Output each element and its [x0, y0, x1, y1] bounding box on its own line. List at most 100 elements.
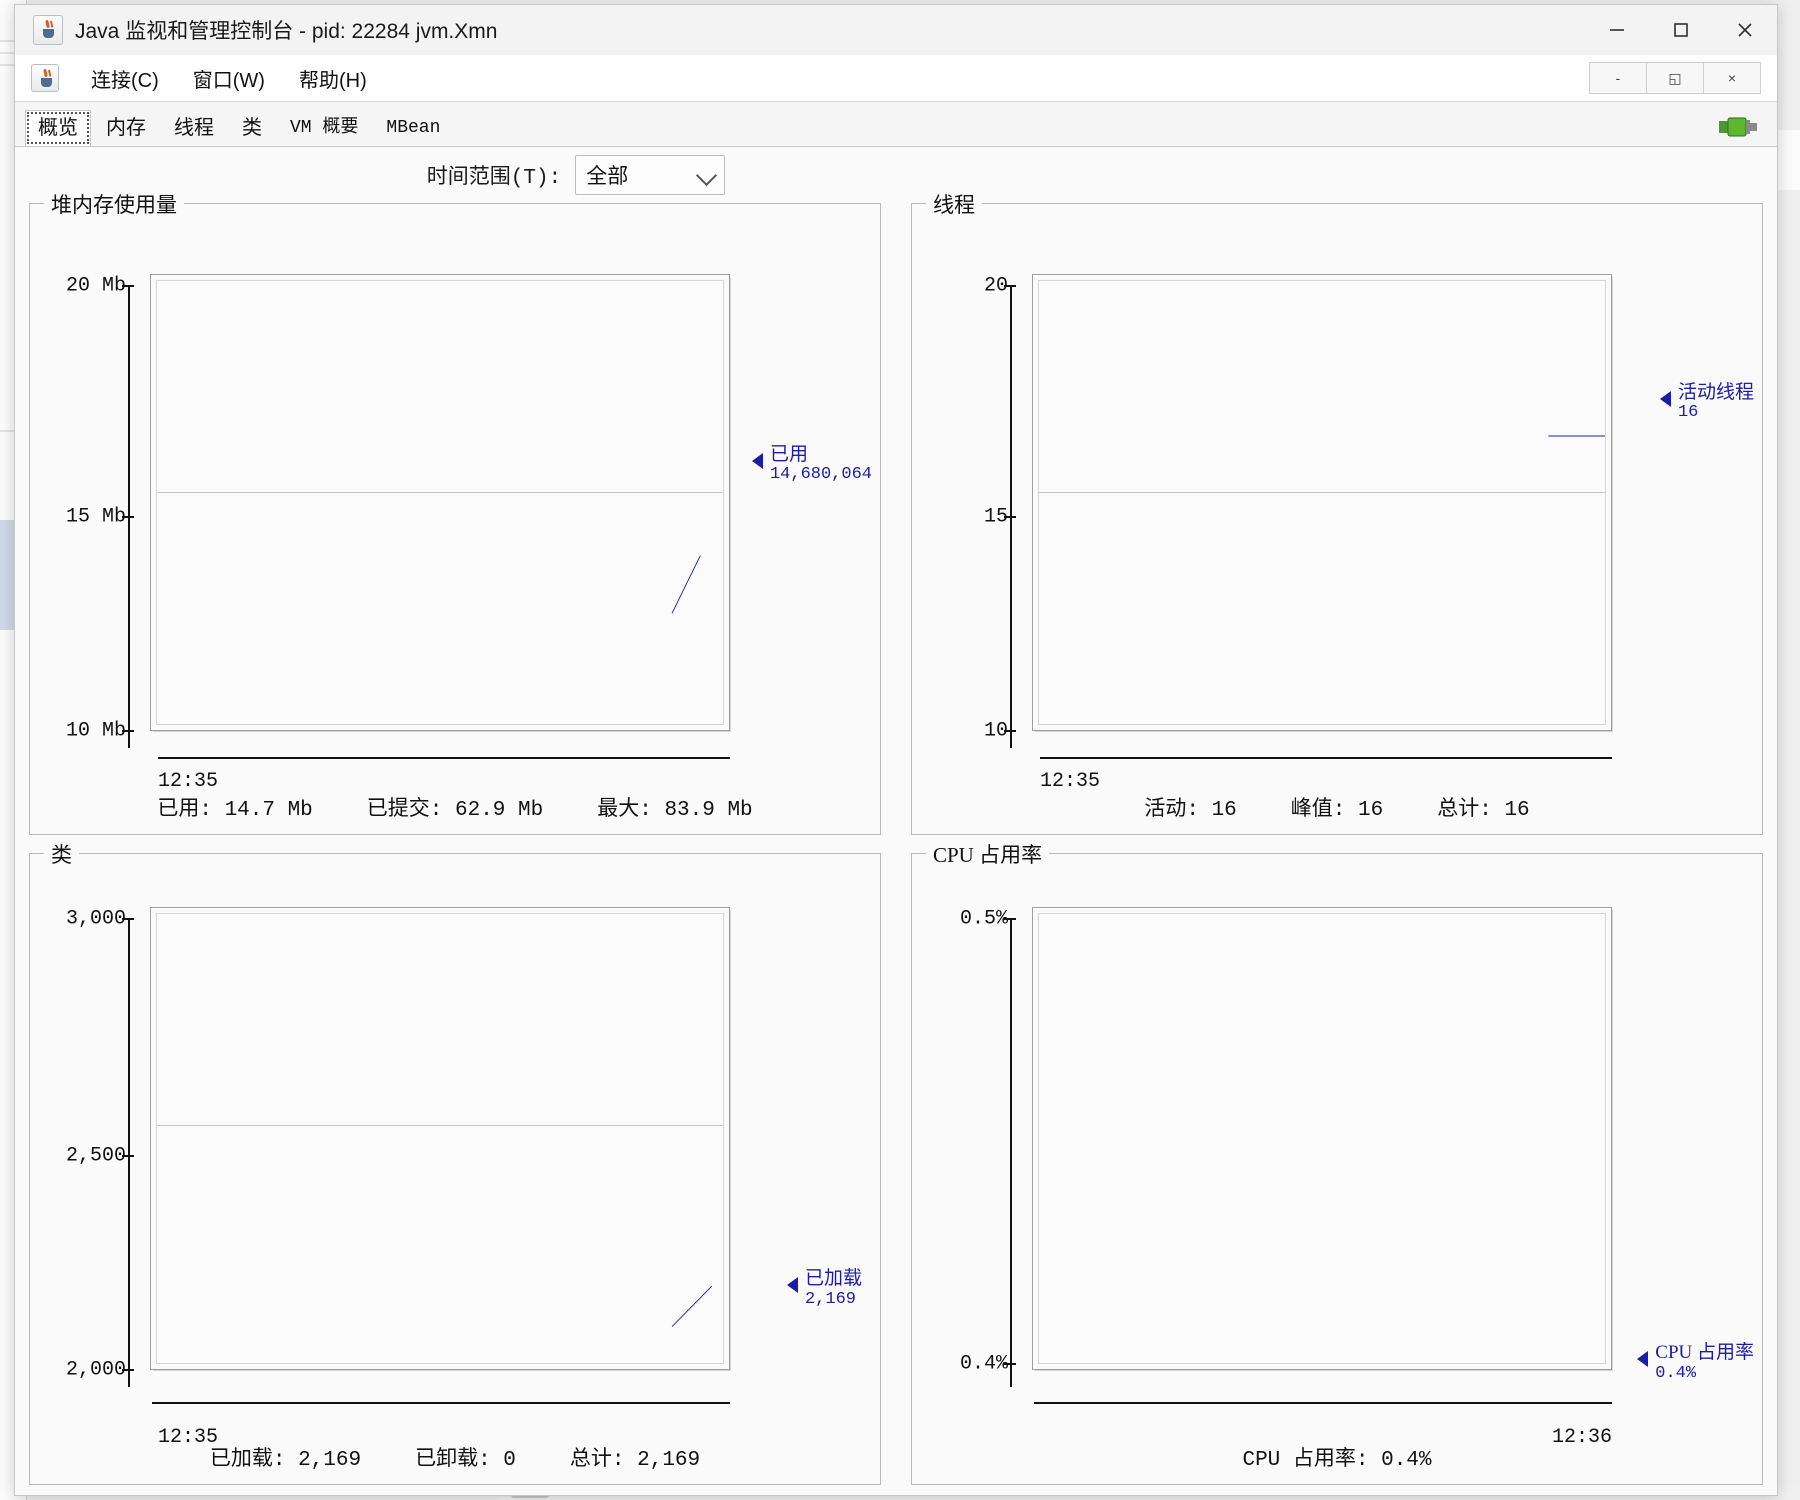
classes-annotation-value: 2,169: [804, 1290, 856, 1310]
window-title: Java 监视和管理控制台 - pid: 22284 jvm.Xmn: [75, 20, 498, 43]
threads-stats: 活动: 16 峰值: 16 总计: 16: [912, 788, 1762, 826]
tab-threads[interactable]: 线程: [161, 110, 227, 146]
threads-stat-label-2: 总计:: [1437, 799, 1492, 822]
classes-ytick-1: 2,500: [65, 1144, 126, 1168]
heap-x-axis: [158, 757, 730, 760]
panel-threads: 线程 20 15 10 12:35 活动线程 16 活动: 16 峰值: 16 …: [911, 189, 1763, 835]
time-range-label: 时间范围(T):: [426, 167, 562, 190]
tab-memory[interactable]: 内存: [93, 110, 159, 146]
cpu-plot: 0.5% 0.4% 12:36 CPU 占用率 0.4%: [912, 868, 1762, 1449]
panel-title-heap: 堆内存使用量: [44, 189, 184, 219]
time-range-select[interactable]: 全部: [575, 155, 726, 195]
classes-ytick-2: 2,000: [65, 1358, 126, 1382]
jconsole-window: Java 监视和管理控制台 - pid: 22284 jvm.Xmn 连接(C)…: [14, 4, 1778, 1496]
inner-close-button[interactable]: ×: [1703, 62, 1761, 94]
menu-item-window[interactable]: 窗口(W): [179, 60, 279, 97]
heap-stat-label-0: 已用:: [157, 799, 212, 822]
threads-stat-label-1: 峰值:: [1290, 799, 1346, 822]
inner-restore-button[interactable]: ◱: [1646, 62, 1704, 94]
close-button[interactable]: [1713, 5, 1777, 55]
heap-stat-value-0: 14.7 Mb: [224, 799, 313, 822]
classes-x-axis: [152, 1401, 730, 1404]
classes-stat-label-0: 已加载:: [209, 1449, 286, 1472]
heap-stat-value-2: 83.9 Mb: [664, 799, 753, 822]
heap-annotation-value: 14,680,064: [769, 465, 872, 485]
classes-annotation: 已加载 2,169: [786, 1268, 862, 1310]
threads-plot-area[interactable]: [1032, 274, 1612, 732]
heap-annotation: 已用 14,680,064: [751, 444, 872, 485]
maximize-button[interactable]: [1649, 5, 1713, 55]
classes-y-axis-labels: 3,000 2,500 2,000: [30, 868, 140, 1432]
tab-vm-summary[interactable]: VM 概要: [277, 112, 372, 146]
heap-ytick-mark-2: [122, 730, 134, 733]
panel-cpu-usage: CPU 占用率 0.5% 0.4% 12:36 CPU 占用率 0.4% CPU…: [911, 839, 1763, 1485]
classes-plot: 3,000 2,500 2,000 12:35 已加载 2,169: [30, 868, 880, 1449]
classes-stat-value-2: 2,169: [637, 1449, 701, 1472]
time-range-value: 全部: [586, 164, 629, 188]
java-menu-icon: [31, 64, 59, 92]
cpu-y-axis: [1010, 918, 1012, 1387]
cpu-annotation: CPU 占用率 0.4%: [1637, 1342, 1754, 1383]
threads-stat-value-2: 16: [1504, 799, 1530, 822]
classes-stats: 已加载: 2,169 已卸载: 0 总计: 2,169: [30, 1438, 880, 1476]
classes-stat-label-1: 已卸载:: [415, 1449, 491, 1472]
heap-plot: 20 Mb 15 Mb 10 Mb 12:35 已用 14,680,064: [30, 218, 880, 793]
connection-plug-icon[interactable]: [1717, 114, 1759, 140]
classes-plot-area[interactable]: [150, 907, 730, 1370]
threads-ytick-mark-1: [1004, 515, 1016, 518]
classes-plot-inner: [156, 913, 724, 1364]
time-range-row: 时间范围(T): 全部: [29, 147, 1763, 203]
threads-stat-value-0: 16: [1211, 799, 1237, 822]
cpu-stat-label-0: CPU 占用率:: [1242, 1449, 1369, 1472]
threads-ytick-mark-0: [1004, 284, 1016, 287]
cpu-plot-area[interactable]: [1032, 907, 1612, 1370]
annotation-arrow-icon: [786, 1277, 798, 1294]
classes-series-line: [157, 914, 723, 1363]
inner-minimize-button[interactable]: -: [1589, 62, 1647, 94]
cpu-plot-inner: [1038, 913, 1606, 1364]
heap-ytick-mark-1: [122, 515, 134, 518]
threads-plot-inner: [1038, 280, 1606, 726]
annotation-arrow-icon: [1659, 390, 1671, 407]
threads-y-axis-labels: 20 15 10: [912, 218, 1022, 782]
cpu-stats: CPU 占用率: 0.4%: [912, 1438, 1762, 1476]
heap-stat-label-2: 最大:: [597, 799, 652, 822]
classes-ytick-mark-2: [122, 1368, 134, 1371]
heap-plot-area[interactable]: [150, 274, 730, 732]
classes-y-axis: [128, 918, 130, 1387]
panel-classes: 类 3,000 2,500 2,000 12:35 已加载 2,169 已加载:…: [29, 839, 881, 1485]
panel-heap-memory: 堆内存使用量 20 Mb 15 Mb 10 Mb 12:35 已用 14,680…: [29, 189, 881, 835]
tab-classes[interactable]: 类: [229, 110, 275, 146]
heap-ytick-0: 20 Mb: [65, 274, 126, 298]
tab-strip: 概览 内存 线程 类 VM 概要 MBean: [15, 102, 1777, 147]
heap-ytick-2: 10 Mb: [65, 719, 126, 743]
heap-plot-inner: [156, 280, 724, 726]
threads-series-line: [1039, 281, 1605, 724]
cpu-annotation-value: 0.4%: [1655, 1363, 1697, 1383]
heap-ytick-1: 15 Mb: [65, 505, 126, 529]
tab-mbean[interactable]: MBean: [373, 112, 454, 146]
inner-window-controls: - ◱ ×: [1589, 62, 1777, 94]
heap-y-axis-labels: 20 Mb 15 Mb 10 Mb: [30, 218, 140, 782]
minimize-button[interactable]: [1585, 5, 1649, 55]
panel-title-threads: 线程: [926, 189, 982, 219]
threads-plot: 20 15 10 12:35 活动线程 16: [912, 218, 1762, 793]
tab-overview[interactable]: 概览: [25, 110, 91, 146]
threads-annotation-value: 16: [1677, 403, 1699, 423]
heap-stat-label-1: 已提交:: [366, 799, 443, 822]
menu-item-connection[interactable]: 连接(C): [77, 60, 173, 97]
window-controls: [1585, 5, 1777, 55]
backdrop-right-strip: [1778, 130, 1800, 190]
chevron-down-icon: [696, 164, 718, 187]
cpu-x-axis: [1034, 1401, 1612, 1404]
threads-x-axis: [1040, 757, 1612, 760]
cpu-annotation-name: CPU 占用率: [1655, 1341, 1754, 1363]
title-bar: Java 监视和管理控制台 - pid: 22284 jvm.Xmn: [15, 5, 1777, 55]
heap-ytick-mark-0: [122, 284, 134, 287]
cpu-ytick-1: 0.4%: [959, 1352, 1008, 1376]
classes-ytick-mark-0: [122, 917, 134, 920]
classes-stat-value-1: 0: [503, 1449, 516, 1472]
cpu-ytick-mark-1: [1004, 1363, 1016, 1366]
menu-bar: 连接(C) 窗口(W) 帮助(H) - ◱ ×: [15, 55, 1777, 102]
menu-item-help[interactable]: 帮助(H): [285, 60, 381, 97]
